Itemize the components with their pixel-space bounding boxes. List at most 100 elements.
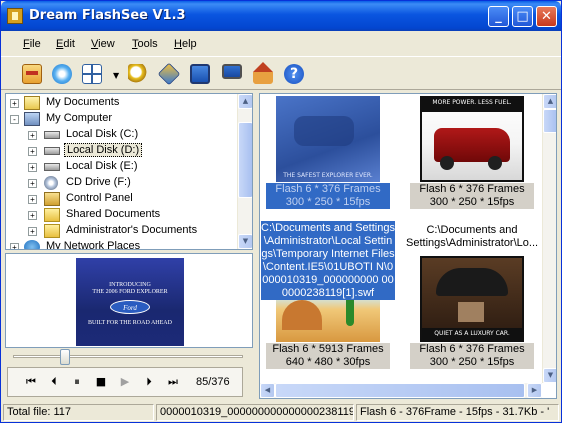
maximize-icon: □ [516, 9, 529, 24]
expand-icon[interactable]: + [28, 163, 37, 172]
find-button[interactable] [125, 61, 151, 87]
expand-icon[interactable]: + [28, 147, 37, 156]
scroll-thumb[interactable] [238, 122, 252, 198]
help-button[interactable]: ? [281, 61, 307, 87]
open-button[interactable] [19, 61, 45, 87]
folder-tree[interactable]: + My Documents - My Computer + Local Dis… [5, 93, 253, 250]
scroll-thumb[interactable] [275, 383, 525, 398]
thumbnail-caption: Flash 6 * 376 Frames 300 * 250 * 15fps [410, 343, 534, 369]
title-bar[interactable]: Dream FlashSee V1.3 _ □ ✕ [1, 1, 561, 31]
collapse-icon[interactable]: - [10, 115, 19, 124]
skip-start-icon: ⏮ [26, 375, 36, 388]
app-icon [7, 8, 23, 24]
app-window: Dream FlashSee V1.3 _ □ ✕ File Edit View… [0, 0, 562, 423]
menu-help[interactable]: Help [174, 38, 197, 50]
frame-counter: 85/376 [196, 376, 230, 388]
view-mode-icon [82, 64, 102, 84]
thumbnail-caption: Flash 6 * 5913 Frames 640 * 480 * 30fps [266, 343, 390, 369]
extract-button[interactable] [156, 61, 182, 87]
folder-icon [44, 208, 60, 222]
seek-slider[interactable] [59, 349, 70, 365]
pause-icon: ⏸ [74, 375, 80, 388]
stop-icon: ■ [95, 375, 107, 388]
scroll-up-icon[interactable]: ▲ [238, 94, 252, 109]
view-mode-dropdown-icon[interactable]: ▼ [113, 71, 119, 80]
drive-icon [44, 131, 60, 139]
expand-icon[interactable]: + [10, 243, 19, 249]
monitor-button[interactable] [219, 61, 245, 87]
status-total-files: Total file: 117 [3, 404, 154, 421]
scroll-thumb[interactable] [543, 109, 556, 133]
home-button[interactable] [250, 61, 276, 87]
thumbnail-hscrollbar[interactable]: ◀ ▶ [260, 383, 542, 398]
seek-track[interactable] [13, 355, 243, 358]
close-button[interactable]: ✕ [536, 6, 557, 27]
control-panel-icon [44, 192, 60, 206]
open-folder-icon [22, 64, 42, 84]
thumbnail-image: MORE POWER. LESS FUEL. [420, 96, 524, 182]
fullscreen-button[interactable] [187, 61, 213, 87]
play-button[interactable]: ▶ [116, 374, 134, 390]
menu-edit[interactable]: Edit [56, 38, 75, 50]
expand-icon[interactable]: + [28, 179, 37, 188]
expand-icon[interactable]: + [28, 131, 37, 140]
folder-icon [44, 224, 60, 238]
scroll-down-icon[interactable]: ▼ [238, 234, 252, 249]
thumbnail-caption: Flash 6 * 376 Frames 300 * 250 * 15fps [410, 183, 534, 209]
my-documents-icon [24, 96, 40, 110]
thumbnail-vscrollbar[interactable]: ▲ ▼ [542, 94, 556, 383]
help-icon: ? [284, 64, 304, 84]
menu-view[interactable]: View [91, 38, 115, 50]
maximize-button[interactable]: □ [512, 6, 533, 27]
preview-pane: INTRODUCING THE 2006 FORD EXPLORER Ford … [5, 253, 253, 348]
stop-button[interactable]: ■ [92, 374, 110, 390]
view-mode-button[interactable] [79, 61, 105, 87]
scroll-left-icon[interactable]: ◀ [260, 383, 275, 398]
monitor-icon [222, 64, 242, 79]
find-icon [128, 64, 148, 84]
thumbnail-caption: Flash 6 * 376 Frames 300 * 250 * 15fps [266, 183, 390, 209]
last-frame-button[interactable]: ⏭ [164, 374, 182, 390]
player-controls: ⏮ ⏴ ⏸ ■ ▶ ⏵ ⏭ 85/376 [7, 367, 243, 397]
minimize-button[interactable]: _ [488, 6, 509, 27]
step-back-icon: ⏴ [51, 375, 57, 388]
fullscreen-icon [190, 64, 210, 84]
cd-drive-icon [44, 176, 58, 190]
expand-icon[interactable]: + [28, 211, 37, 220]
home-icon [253, 62, 273, 84]
selected-filename-label: C:\Documents and Settings\Administrator\… [261, 221, 395, 300]
expand-icon[interactable]: + [10, 99, 19, 108]
tree-scrollbar[interactable]: ▲ ▼ [237, 94, 252, 249]
thumbnail-grid[interactable]: THE SAFEST EXPLORER EVER. Flash 6 * 376 … [259, 93, 557, 399]
scroll-right-icon[interactable]: ▶ [527, 383, 542, 398]
thumbnail-image: THE SAFEST EXPLORER EVER. [276, 96, 380, 182]
thumbnail-filename: C:\Documents and Settings\Administrator\L… [406, 224, 538, 249]
pause-button[interactable]: ⏸ [68, 374, 86, 390]
minimize-icon: _ [495, 9, 502, 24]
menu-file[interactable]: File [23, 38, 41, 50]
skip-end-icon: ⏭ [168, 375, 178, 388]
status-filename: 0000010319_000000000000000238119[ [156, 404, 354, 421]
close-icon: ✕ [541, 9, 552, 24]
thumbnail-image: QUIET AS A LUXURY CAR. [420, 256, 524, 342]
drive-icon [44, 163, 60, 171]
menu-tools[interactable]: Tools [132, 38, 158, 50]
previous-frame-button[interactable]: ⏴ [45, 374, 63, 390]
my-computer-icon [24, 112, 40, 126]
next-frame-button[interactable]: ⏵ [140, 374, 158, 390]
preview-image: INTRODUCING THE 2006 FORD EXPLORER Ford … [76, 258, 184, 346]
capture-button[interactable] [49, 61, 75, 87]
status-file-info: Flash 6 - 376Frame - 15fps - 31.7Kb - ' [356, 404, 559, 421]
first-frame-button[interactable]: ⏮ [22, 374, 40, 390]
step-forward-icon: ⏵ [146, 375, 152, 388]
window-title: Dream FlashSee V1.3 [29, 8, 186, 23]
capture-icon [52, 64, 72, 84]
extract-icon [157, 62, 181, 86]
expand-icon[interactable]: + [28, 195, 37, 204]
toolbar: ▼ ? [1, 56, 561, 90]
scroll-up-icon[interactable]: ▲ [543, 94, 556, 109]
scroll-down-icon[interactable]: ▼ [543, 368, 556, 383]
expand-icon[interactable]: + [28, 227, 37, 236]
status-bar: Total file: 117 0000010319_0000000000000… [1, 402, 561, 422]
play-icon: ▶ [120, 375, 130, 388]
